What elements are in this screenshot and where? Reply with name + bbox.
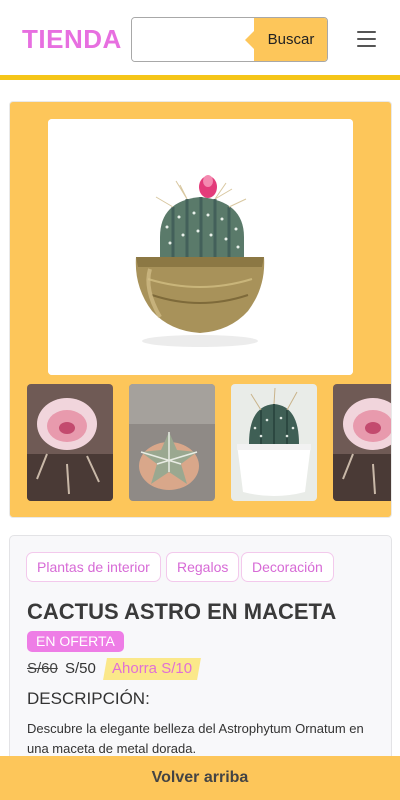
- sale-badge: EN OFERTA: [27, 631, 124, 652]
- star-cactus-in-hand-image: [129, 384, 215, 501]
- back-to-top-button[interactable]: Volver arriba: [0, 756, 400, 800]
- main-product-image: [48, 119, 353, 375]
- thumbnail-2[interactable]: [129, 384, 215, 501]
- product-gallery: [9, 101, 392, 518]
- savings-label: Ahorra S/10: [103, 658, 201, 680]
- cactus-gold-pot-image: [48, 119, 353, 375]
- description-heading: DESCRIPCIÓN:: [27, 689, 150, 708]
- store-logo[interactable]: TIENDA: [22, 24, 122, 55]
- thumbnail-3[interactable]: [231, 384, 317, 501]
- tag-regalos[interactable]: Regalos: [166, 552, 240, 582]
- thumbnail-4[interactable]: [333, 384, 391, 501]
- header: TIENDA Buscar: [0, 0, 400, 80]
- tag-decoracion[interactable]: Decoración: [241, 552, 334, 582]
- product-title: CACTUS ASTRO EN MACETA: [27, 599, 337, 624]
- pink-flower-cactus-image: [333, 384, 391, 501]
- thumbnail-1[interactable]: [27, 384, 113, 501]
- tag-plantas-de-interior[interactable]: Plantas de interior: [26, 552, 161, 582]
- pink-flower-cactus-image: [27, 384, 113, 501]
- old-price: S/60: [27, 660, 58, 677]
- savings-text: Ahorra S/10: [112, 660, 193, 677]
- search-button[interactable]: Buscar: [245, 18, 327, 61]
- search-bar: Buscar: [131, 17, 328, 62]
- cactus-white-pot-image: [231, 384, 317, 501]
- product-page: TIENDA Buscar Plantas de interior Regalo…: [0, 0, 400, 800]
- current-price: S/50: [65, 660, 96, 677]
- search-input[interactable]: [132, 18, 254, 61]
- description-text: Descubre la elegante belleza del Astroph…: [27, 721, 364, 756]
- thumbnail-strip: [27, 384, 391, 502]
- hamburger-menu-icon[interactable]: [357, 31, 377, 47]
